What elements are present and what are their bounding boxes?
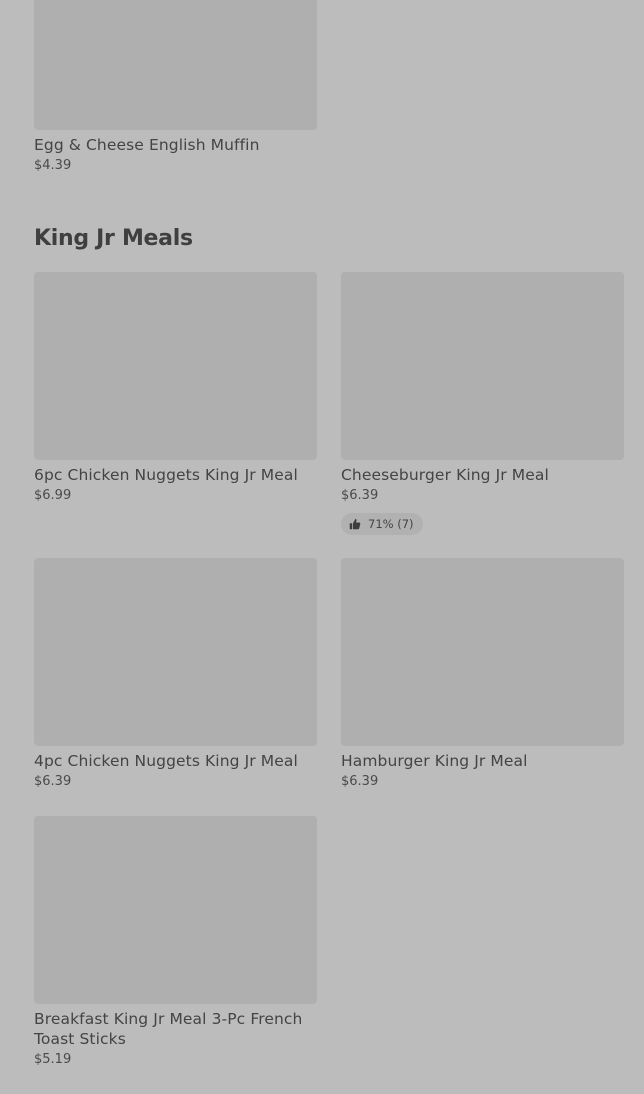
thumbs-up-icon (349, 519, 361, 530)
menu-item-card[interactable]: Breakfast King Jr Meal 3-Pc French Toast… (34, 816, 317, 1069)
menu-item-name: Breakfast King Jr Meal 3-Pc French Toast… (34, 1010, 303, 1048)
menu-item-name: 6pc Chicken Nuggets King Jr Meal (34, 466, 298, 484)
menu-item-card[interactable]: 6pc Chicken Nuggets King Jr Meal $6.99 (34, 272, 317, 505)
menu-item-price: $6.99 (34, 488, 72, 503)
menu-item-price: $5.19 (34, 1052, 72, 1067)
menu-item-card[interactable]: 4pc Chicken Nuggets King Jr Meal $6.39 (34, 558, 317, 791)
menu-item-price: $6.39 (341, 774, 379, 789)
menu-item-name: 4pc Chicken Nuggets King Jr Meal (34, 752, 298, 770)
menu-item-image (34, 816, 317, 1004)
menu-item-card[interactable]: Cheeseburger King Jr Meal $6.39 71% (7) (341, 272, 624, 535)
menu-item-price: $6.39 (341, 488, 379, 503)
menu-item-image (341, 558, 624, 746)
section-title: King Jr Meals (34, 226, 193, 251)
rating-badge: 71% (7) (341, 513, 423, 535)
menu-item-image (34, 0, 317, 130)
rating-text: 71% (7) (368, 517, 414, 531)
menu-item-price: $6.39 (34, 774, 72, 789)
menu-item-price: $4.39 (34, 158, 72, 173)
menu-item-card[interactable]: Hamburger King Jr Meal $6.39 (341, 558, 624, 791)
menu-item-card[interactable]: Egg & Cheese English Muffin $4.39 (34, 0, 317, 175)
menu-item-name: Cheeseburger King Jr Meal (341, 466, 549, 484)
menu-item-name: Egg & Cheese English Muffin (34, 136, 260, 154)
menu-item-name: Hamburger King Jr Meal (341, 752, 528, 770)
menu-item-image (341, 272, 624, 460)
menu-item-image (34, 272, 317, 460)
menu-item-image (34, 558, 317, 746)
